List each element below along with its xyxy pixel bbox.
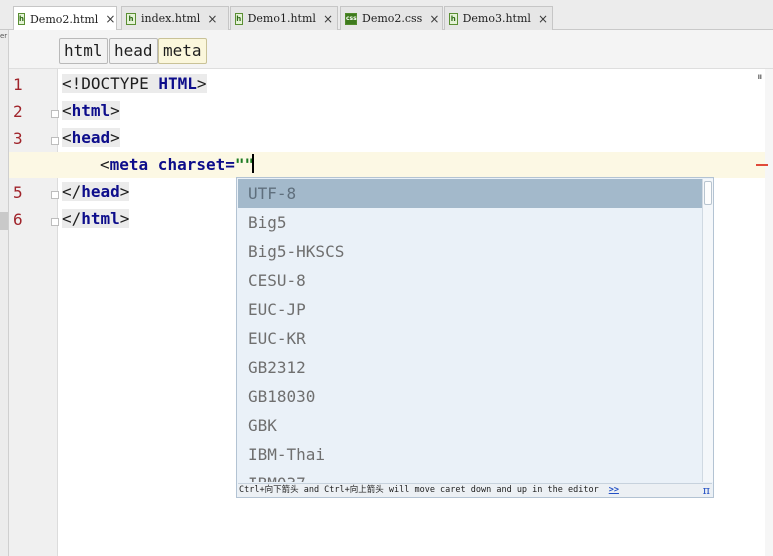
completion-item[interactable]: EUC-JP — [238, 295, 702, 324]
code-token: </ — [62, 182, 82, 201]
completion-item[interactable]: Big5-HKSCS — [238, 237, 702, 266]
code-token: > — [110, 101, 120, 120]
code-line-5: </head> — [62, 181, 130, 203]
tab-demo2-html[interactable]: h Demo2.html × — [13, 6, 117, 31]
code-line-6: </html> — [62, 208, 130, 230]
left-strip-marker — [0, 212, 8, 230]
completion-item[interactable]: EUC-KR — [238, 324, 702, 353]
code-token: < — [100, 155, 110, 174]
code-token: meta charset= — [109, 155, 235, 174]
tab-label: Demo1.html — [247, 12, 316, 25]
code-line-4: <meta charset="" — [100, 154, 255, 176]
completion-item[interactable]: GB2312 — [238, 353, 702, 382]
tab-label: Demo2.html — [29, 12, 99, 26]
editor-vertical-scrollbar[interactable] — [765, 69, 773, 556]
css-file-icon: css — [345, 12, 357, 25]
close-icon[interactable]: × — [323, 12, 333, 26]
html-file-icon: h — [18, 13, 25, 25]
html-file-icon: h — [126, 12, 136, 25]
code-token: html — [81, 209, 120, 228]
line-number: 3 — [13, 129, 23, 148]
close-icon[interactable]: × — [538, 12, 548, 26]
completion-item[interactable]: IBM037 — [238, 469, 702, 482]
breadcrumb-meta[interactable]: meta — [158, 38, 207, 64]
tab-label: Demo3.html — [462, 12, 531, 25]
completion-scrollbar[interactable] — [702, 179, 713, 482]
line-number: 1 — [13, 75, 23, 94]
html-file-icon: h — [235, 12, 243, 25]
tab-demo3-html[interactable]: h Demo3.html × — [444, 6, 553, 30]
editor-tab-bar: h Demo2.html × h index.html × h Demo1.ht… — [0, 0, 773, 31]
tab-label: index.html — [141, 12, 201, 25]
code-line-2: <html> — [62, 100, 120, 122]
left-strip-mark: er — [0, 32, 8, 40]
completion-popup: UTF-8 Big5 Big5-HKSCS CESU-8 EUC-JP EUC-… — [236, 177, 714, 498]
code-token: > — [196, 74, 207, 93]
line-number: 6 — [13, 210, 23, 229]
tab-demo2-css[interactable]: css Demo2.css × — [340, 6, 443, 30]
line-number: 2 — [13, 102, 23, 121]
left-tool-strip: er — [0, 30, 9, 556]
line-number-gutter: 1 2 3 4 5 6 — [9, 69, 59, 556]
code-token: </ — [62, 209, 82, 228]
completion-item[interactable]: GBK — [238, 411, 702, 440]
breadcrumb: html head meta — [9, 30, 773, 69]
completion-item[interactable]: IBM-Thai — [238, 440, 702, 469]
code-token: html — [71, 101, 111, 120]
html-file-icon: h — [449, 12, 458, 25]
code-token: < — [62, 101, 72, 120]
code-token: > — [119, 209, 130, 228]
text-caret — [252, 154, 255, 173]
close-icon[interactable]: × — [429, 12, 439, 26]
completion-item[interactable]: Big5 — [238, 208, 702, 237]
code-token: > — [119, 182, 130, 201]
code-token: > — [110, 128, 120, 147]
tab-index-html[interactable]: h index.html × — [121, 6, 229, 30]
completion-item[interactable]: UTF-8 — [238, 179, 702, 208]
line-number: 5 — [13, 183, 23, 202]
completion-scroll-thumb[interactable] — [704, 181, 712, 205]
completion-more-link[interactable]: >> — [609, 485, 619, 495]
pi-icon[interactable]: π — [703, 484, 710, 497]
code-line-1: <!DOCTYPE HTML> — [62, 73, 207, 95]
completion-list[interactable]: UTF-8 Big5 Big5-HKSCS CESU-8 EUC-JP EUC-… — [238, 179, 702, 482]
code-token: <!DOCTYPE — [62, 74, 159, 93]
code-line-3: <head> — [62, 127, 120, 149]
close-icon[interactable]: × — [207, 12, 217, 26]
code-token: < — [62, 128, 72, 147]
breadcrumb-html[interactable]: html — [59, 38, 108, 64]
code-token: head — [81, 182, 120, 201]
code-token: head — [71, 128, 111, 147]
tab-demo1-html[interactable]: h Demo1.html × — [230, 6, 338, 30]
completion-hint: Ctrl+向下箭头 and Ctrl+向上箭头 will move caret … — [239, 485, 599, 495]
breadcrumb-head[interactable]: head — [109, 38, 158, 64]
tab-label: Demo2.css — [362, 12, 423, 25]
error-stripe-marker[interactable] — [756, 164, 768, 166]
close-icon[interactable]: × — [105, 12, 115, 26]
inspection-status-icon[interactable]: ⏸ — [757, 70, 763, 84]
completion-footer: Ctrl+向下箭头 and Ctrl+向上箭头 will move caret … — [238, 483, 712, 497]
completion-item[interactable]: GB18030 — [238, 382, 702, 411]
code-token: HTML — [158, 74, 197, 93]
completion-item[interactable]: CESU-8 — [238, 266, 702, 295]
